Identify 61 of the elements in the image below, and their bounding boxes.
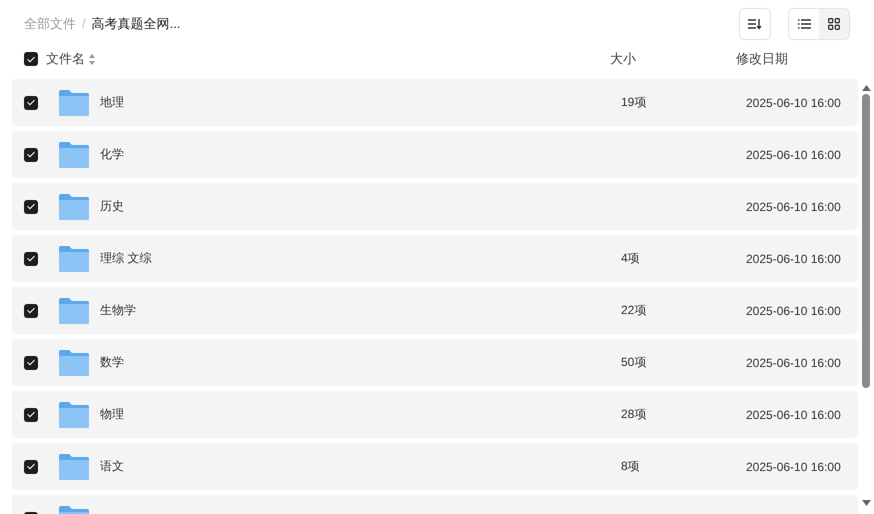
scroll-down-icon[interactable] xyxy=(862,500,870,506)
breadcrumb-separator: / xyxy=(82,16,86,31)
folder-icon xyxy=(59,142,89,168)
file-row[interactable]: 历史 2025-06-10 16:00 xyxy=(12,183,858,230)
file-size: 22项 xyxy=(621,302,648,319)
modified-date: 2025-06-10 16:00 xyxy=(746,96,842,110)
sort-icon xyxy=(748,18,762,30)
modified-date: 2025-06-10 16:00 xyxy=(746,252,842,266)
modified-date: 2025-06-10 16:00 xyxy=(746,148,842,162)
list-view-button[interactable] xyxy=(789,8,819,38)
folder-icon xyxy=(59,350,89,376)
sort-button[interactable] xyxy=(739,8,771,40)
select-all-checkbox[interactable] xyxy=(24,52,38,66)
file-row[interactable]: 物理 28项 2025-06-10 16:00 xyxy=(12,391,858,438)
sort-icon xyxy=(89,54,95,64)
file-row[interactable]: 化学 2025-06-10 16:00 xyxy=(12,131,858,178)
folder-icon xyxy=(59,246,89,272)
row-checkbox[interactable] xyxy=(24,356,38,370)
modified-date: 2025-06-10 16:00 xyxy=(746,460,842,474)
modified-date: 2025-06-10 16:00 xyxy=(746,200,842,214)
column-header[interactable]: 文件名 xyxy=(46,50,85,68)
file-row[interactable]: 生物学 22项 2025-06-10 16:00 xyxy=(12,287,858,334)
modified-date: 2025-06-10 16:00 xyxy=(746,356,842,370)
file-name: 生物学 xyxy=(100,302,137,319)
folder-icon xyxy=(59,194,89,220)
row-checkbox[interactable] xyxy=(24,408,38,422)
list-icon xyxy=(798,18,810,28)
file-name: 语文 xyxy=(100,458,125,475)
file-size: 19项 xyxy=(621,94,648,111)
file-row[interactable]: 数学 50项 2025-06-10 16:00 xyxy=(12,339,858,386)
file-name: 理综 文综 xyxy=(100,250,152,267)
file-row[interactable]: 语文 8项 2025-06-10 16:00 xyxy=(12,443,858,490)
column-header[interactable]: 修改日期 xyxy=(736,50,850,68)
row-checkbox[interactable] xyxy=(24,460,38,474)
file-name: 物理 xyxy=(100,406,125,423)
file-name: 化学 xyxy=(100,146,125,163)
modified-date: 2025-06-10 16:00 xyxy=(746,408,842,422)
file-name: 数学 xyxy=(100,354,125,371)
folder-icon xyxy=(59,90,89,116)
file-name: 地理 xyxy=(100,94,125,111)
file-row[interactable]: 理综 文综 4项 2025-06-10 16:00 xyxy=(12,235,858,282)
file-size: 4项 xyxy=(621,250,641,267)
row-checkbox[interactable] xyxy=(24,200,38,214)
file-size: 8项 xyxy=(621,458,641,475)
modified-date: 2025-06-10 16:00 xyxy=(746,304,842,318)
scrollbar-thumb[interactable] xyxy=(862,94,870,388)
row-checkbox[interactable] xyxy=(24,252,38,266)
grid-icon xyxy=(828,18,840,30)
folder-icon xyxy=(59,402,89,428)
breadcrumb-link[interactable]: 高考真题全网... xyxy=(92,14,180,32)
column-header[interactable]: 大小 xyxy=(610,50,736,68)
folder-icon xyxy=(59,454,89,480)
row-checkbox[interactable] xyxy=(24,304,38,318)
file-name: 历史 xyxy=(100,198,125,215)
file-size: 50项 xyxy=(621,354,648,371)
file-row[interactable]: 地理 19项 2025-06-10 16:00 xyxy=(12,79,858,126)
row-checkbox[interactable] xyxy=(24,148,38,162)
folder-icon xyxy=(59,298,89,324)
row-checkbox[interactable] xyxy=(24,96,38,110)
file-size: 28项 xyxy=(621,406,648,423)
scroll-up-icon[interactable] xyxy=(862,85,870,91)
